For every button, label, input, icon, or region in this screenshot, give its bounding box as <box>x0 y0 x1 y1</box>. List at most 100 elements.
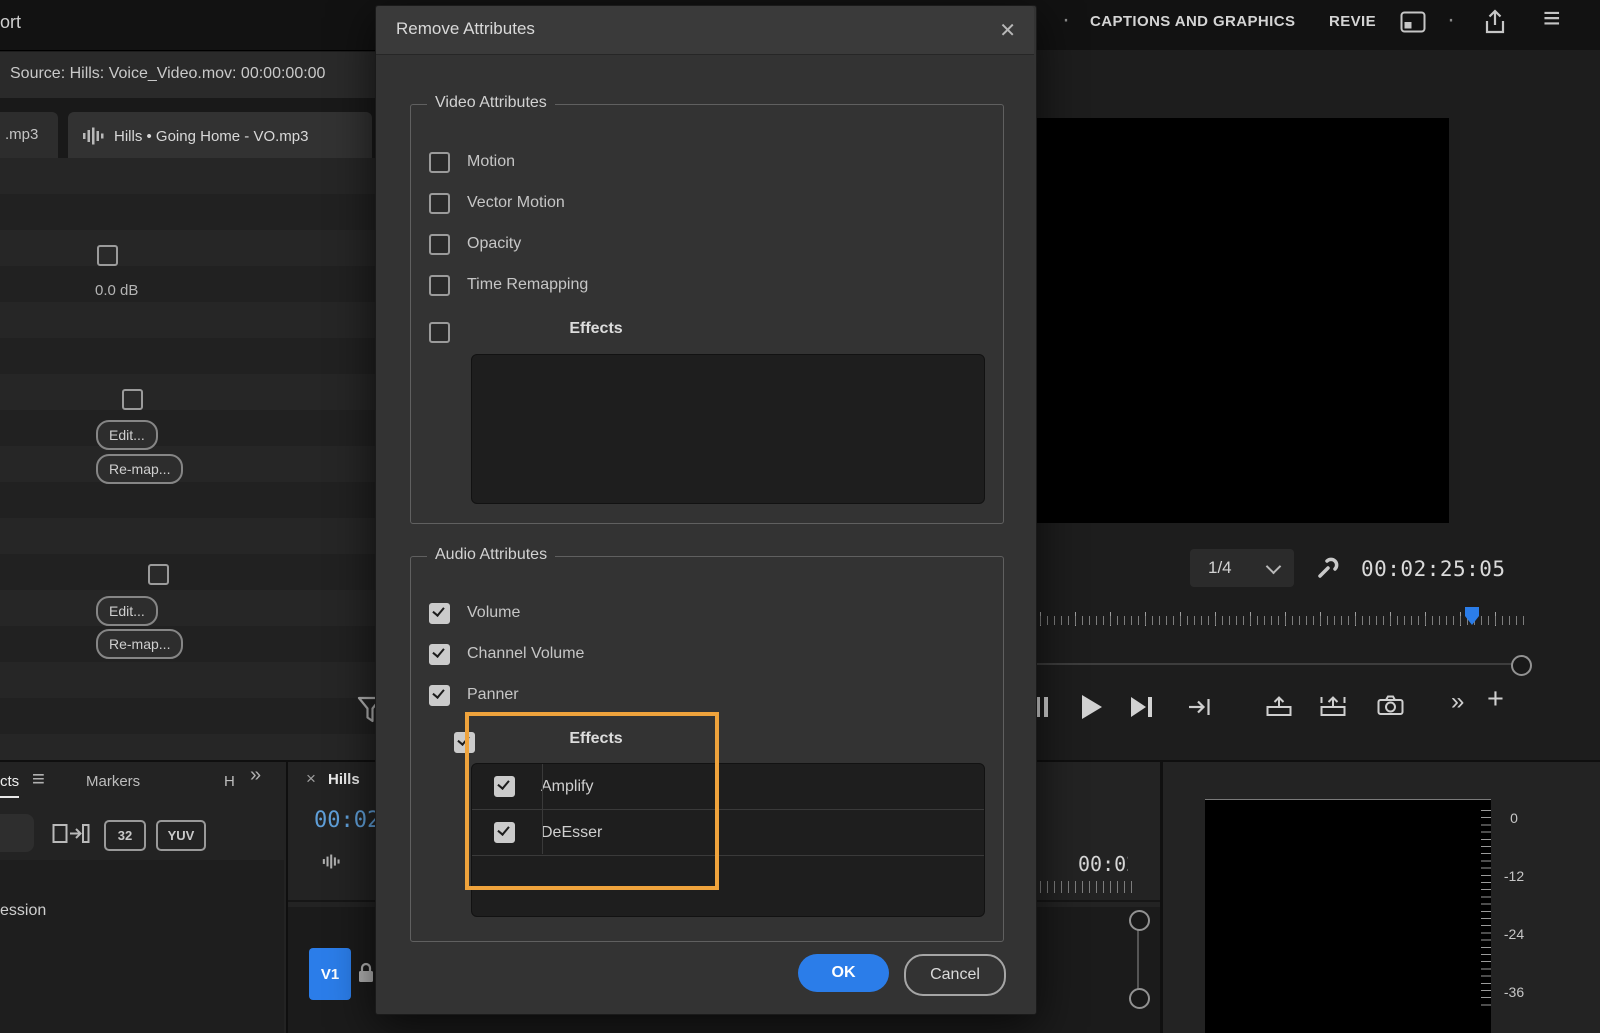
opacity-checkbox[interactable] <box>429 234 450 255</box>
workspace-review-partial[interactable]: REVIE <box>1329 13 1376 30</box>
close-icon[interactable]: ✕ <box>999 18 1016 43</box>
effect-row-deesser[interactable]: DeEsser <box>472 810 984 856</box>
time-remapping-checkbox[interactable] <box>429 275 450 296</box>
timeline-right-timecode-partial[interactable]: 00:02:2 <box>1078 852 1128 876</box>
scrollbar-knob[interactable] <box>1129 988 1150 1009</box>
remap-button[interactable]: Re-map... <box>96 629 183 659</box>
tab-markers[interactable]: Markers <box>86 773 140 790</box>
audio-waveform-icon <box>82 127 104 145</box>
panner-label: Panner <box>467 686 519 704</box>
zoom-level-dropdown[interactable]: 1/4 <box>1190 549 1294 587</box>
source-panel-header: Source: Hills: Voice_Video.mov: 00:00:00… <box>0 52 376 98</box>
edit-button[interactable]: Edit... <box>96 596 158 626</box>
effect-row-amplify[interactable]: Amplify <box>472 764 984 810</box>
dialog-titlebar[interactable]: Remove Attributes ✕ <box>376 6 1034 55</box>
volume-checkbox[interactable] <box>429 603 450 624</box>
filter-yuv-badge[interactable]: YUV <box>156 820 206 851</box>
tab-history-partial[interactable]: H <box>224 773 235 790</box>
audio-waveform-icon <box>322 854 340 869</box>
step-forward-button[interactable] <box>1131 697 1153 717</box>
remove-attributes-dialog: Remove Attributes ✕ Video Attributes Mot… <box>375 5 1037 1015</box>
track-v1-target[interactable]: V1 <box>309 948 351 1000</box>
filter-32bit-badge[interactable]: 32 <box>104 820 146 851</box>
cancel-button[interactable]: Cancel <box>904 954 1006 996</box>
timeline-mini-ruler[interactable] <box>1040 881 1134 893</box>
tab-close-icon[interactable]: × <box>306 769 316 789</box>
edit-button-label: Edit... <box>109 427 145 443</box>
audio-effects-header: Effects <box>526 730 666 748</box>
timeline-timecode-partial[interactable]: 00:02 <box>314 808 380 833</box>
video-attributes-legend: Video Attributes <box>427 94 555 112</box>
attr-row-time-remapping: Time Remapping <box>429 275 588 295</box>
volume-label: Volume <box>467 604 520 622</box>
go-to-out-button[interactable] <box>1188 697 1212 717</box>
topbar-left-partial-text[interactable]: ort <box>0 12 21 33</box>
channel-volume-checkbox[interactable] <box>429 644 450 665</box>
meter-scale-label: -24 <box>1495 926 1533 942</box>
lift-button[interactable] <box>1266 695 1292 717</box>
video-effects-checkbox[interactable] <box>429 322 450 343</box>
panel-layout-icon[interactable] <box>1400 11 1426 33</box>
effect-toggle-checkbox[interactable] <box>122 389 143 410</box>
clip-transition-icon[interactable] <box>52 820 90 848</box>
lower-left-panel: cts ≡ Markers H » 32 YUV ession <box>0 760 288 1033</box>
effect-controls-panel <box>0 158 378 760</box>
separator-dot: · <box>1447 6 1455 34</box>
scrollbar-knob[interactable] <box>1511 655 1532 676</box>
tab-sequence-label[interactable]: Hills <box>328 771 360 788</box>
track-lock-icon[interactable] <box>357 962 375 984</box>
timecode-text: 00:02:2 <box>1078 852 1128 876</box>
tab-clip-partial[interactable]: .mp3 <box>0 112 58 160</box>
edit-button[interactable]: Edit... <box>96 420 158 450</box>
meter-scale-label: 0 <box>1495 810 1533 826</box>
program-video-display <box>1037 118 1449 523</box>
panner-checkbox[interactable] <box>429 685 450 706</box>
panel-overflow-chevrons[interactable]: » <box>250 764 261 787</box>
audio-effects-list: Amplify DeEsser <box>471 763 985 917</box>
effect-toggle-checkbox[interactable] <box>97 245 118 266</box>
clipped-toolbar-button[interactable] <box>0 814 34 852</box>
program-timecode[interactable]: 00:02:25:05 <box>1361 557 1506 581</box>
amplify-checkbox[interactable] <box>494 776 515 797</box>
audio-effects-checkbox[interactable] <box>454 732 475 753</box>
tab-effects-partial[interactable]: cts <box>0 773 19 798</box>
scrollbar-knob[interactable] <box>1129 910 1150 931</box>
track-height-scrollbar[interactable] <box>1137 920 1139 996</box>
extract-button[interactable] <box>1320 695 1346 717</box>
play-button[interactable] <box>1082 695 1102 719</box>
meter-scale-ticks <box>1481 810 1491 1010</box>
vector-motion-checkbox[interactable] <box>429 193 450 214</box>
panel-menu-icon[interactable]: ≡ <box>32 766 45 792</box>
meter-scale-label: -12 <box>1495 868 1533 884</box>
button-editor-chevrons[interactable]: » <box>1451 688 1464 716</box>
effect-toggle-checkbox[interactable] <box>148 564 169 585</box>
horizontal-scrollbar[interactable] <box>1036 663 1530 665</box>
audio-meter-display <box>1205 799 1491 1033</box>
effects-column-divider <box>542 764 543 854</box>
attr-row-vector-motion: Vector Motion <box>429 193 565 213</box>
program-ruler-fine[interactable] <box>1040 616 1526 625</box>
motion-label: Motion <box>467 153 515 171</box>
gain-value[interactable]: 0.0 dB <box>95 282 138 299</box>
ok-button[interactable]: OK <box>798 954 889 992</box>
badge-yuv-label: YUV <box>168 828 195 843</box>
share-export-icon[interactable] <box>1483 9 1507 35</box>
export-frame-camera-button[interactable] <box>1377 695 1404 716</box>
amplify-label: Amplify <box>541 778 593 796</box>
meter-scale-label: -36 <box>1495 984 1533 1000</box>
motion-checkbox[interactable] <box>429 152 450 173</box>
program-monitor-panel: 1/4 00:02:25:05 <box>1035 50 1600 760</box>
settings-wrench-icon[interactable] <box>1316 556 1340 580</box>
attr-row-motion: Motion <box>429 152 515 172</box>
remap-button[interactable]: Re-map... <box>96 454 183 484</box>
ok-button-label: OK <box>832 964 856 982</box>
source-clip-title: Source: Hills: Voice_Video.mov: 00:00:00… <box>10 65 325 83</box>
list-item-partial[interactable]: ession <box>0 902 46 920</box>
hamburger-menu-icon[interactable]: ≡ <box>1543 2 1561 36</box>
add-button-plus[interactable]: + <box>1487 683 1504 716</box>
deesser-checkbox[interactable] <box>494 822 515 843</box>
vector-motion-label: Vector Motion <box>467 194 565 212</box>
panel-content-area: ession <box>0 860 284 1033</box>
workspace-captions-graphics[interactable]: CAPTIONS AND GRAPHICS <box>1090 13 1295 30</box>
tab-active-clip[interactable]: Hills • Going Home - VO.mp3 <box>68 112 372 160</box>
